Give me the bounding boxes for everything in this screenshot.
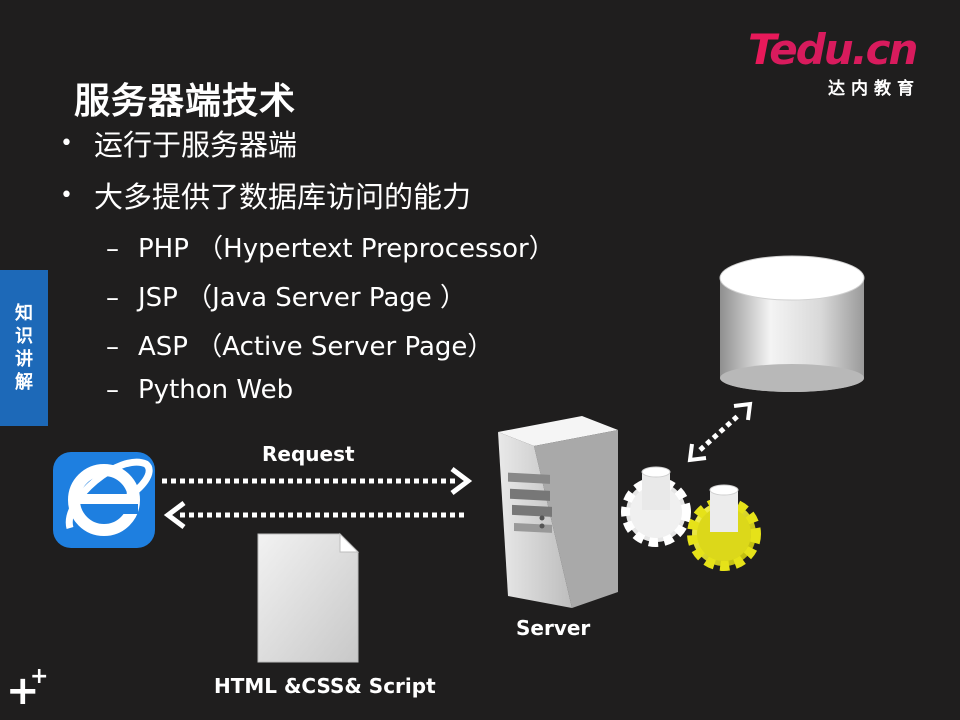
document-label: HTML &CSS& Script [214, 674, 436, 698]
gears-icon [621, 466, 761, 571]
response-arrow [163, 501, 468, 529]
white-gear [621, 466, 691, 547]
yellow-gear [687, 484, 761, 571]
server-tower-icon [498, 416, 618, 608]
database-cylinder-icon [719, 255, 865, 392]
document-icon [257, 532, 360, 663]
database-link-arrow [687, 401, 753, 463]
architecture-diagram [53, 255, 865, 663]
internet-explorer-icon [53, 452, 155, 548]
request-arrow [162, 467, 473, 495]
plus-small-icon: + [30, 664, 49, 689]
request-label: Request [262, 442, 355, 466]
server-label: Server [516, 616, 591, 640]
